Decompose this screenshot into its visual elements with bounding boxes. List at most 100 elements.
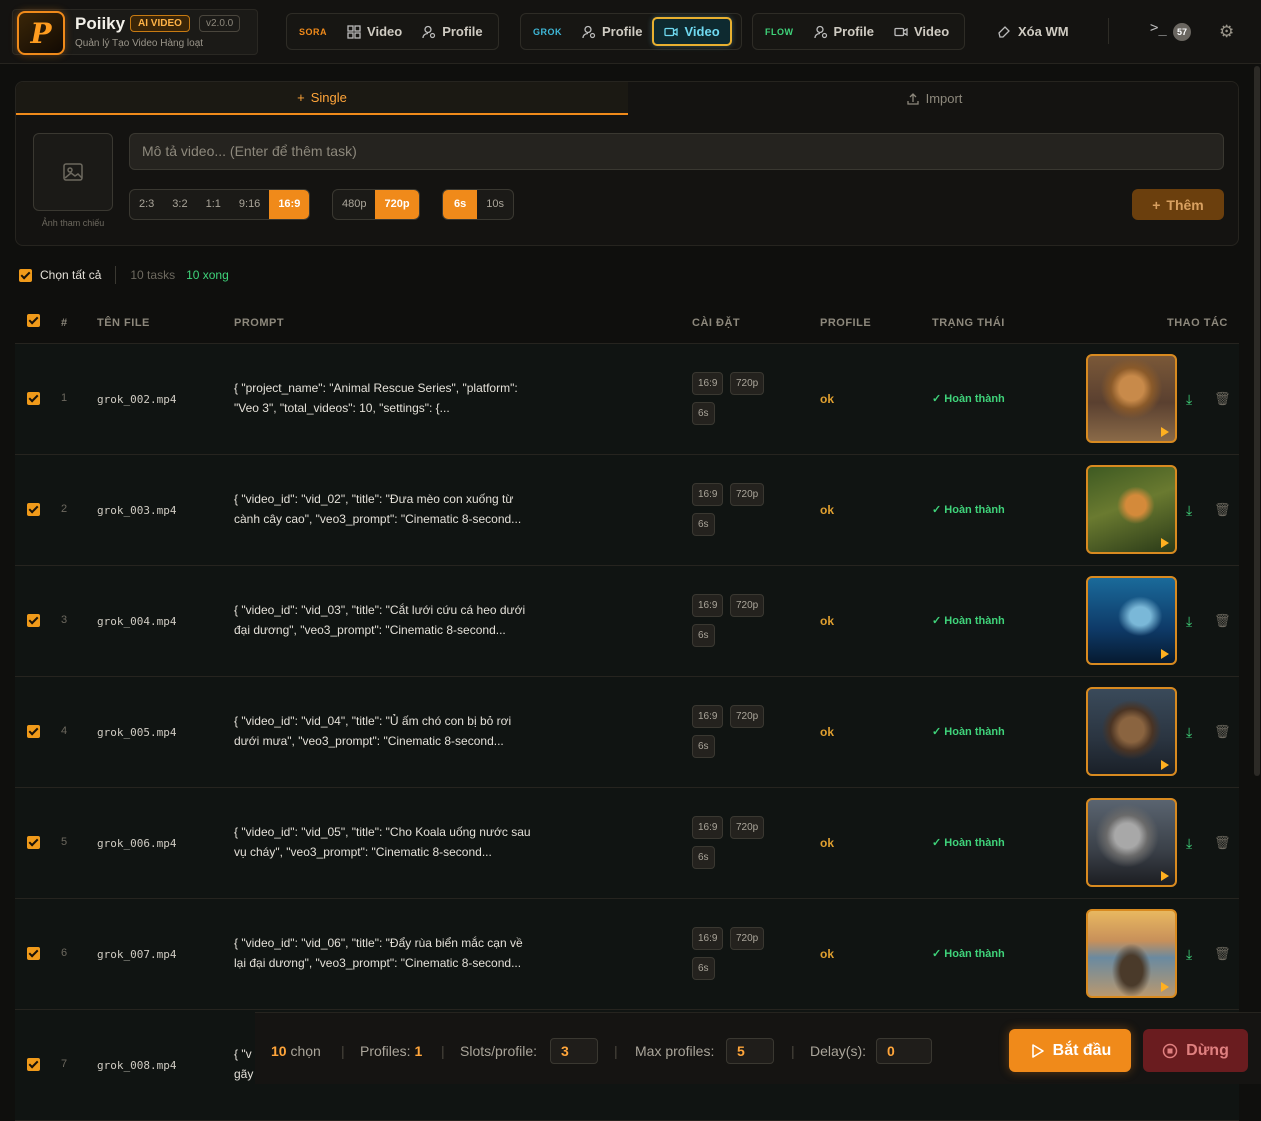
trash-icon[interactable]: 🗑: [1214, 835, 1231, 851]
duration-selector: 6s 10s: [442, 189, 514, 220]
row-checkbox[interactable]: [27, 392, 40, 405]
max-profiles-input[interactable]: 5: [726, 1038, 774, 1064]
trash-icon[interactable]: 🗑: [1214, 613, 1231, 629]
header-profile: PROFILE: [820, 317, 872, 329]
image-icon: [63, 163, 83, 181]
scrollbar[interactable]: [1254, 66, 1260, 776]
sora-profile-button[interactable]: Profile: [412, 17, 492, 46]
selected-count: 10: [271, 1043, 287, 1059]
status-label: Hoàn thành: [944, 837, 1005, 849]
header-select-checkbox[interactable]: [27, 314, 40, 327]
duration-option-selected[interactable]: 6s: [443, 190, 478, 219]
grok-nav-group: GROK Profile Video: [520, 13, 742, 50]
selection-bar: Chọn tất cả 10 tasks 10 xong: [19, 265, 229, 285]
row-checkbox[interactable]: [27, 947, 40, 960]
flow-video-button[interactable]: Video: [884, 17, 959, 46]
trash-icon[interactable]: 🗑: [1214, 724, 1231, 740]
terminal-icon[interactable]: >_: [1150, 20, 1167, 36]
resolution-option-selected[interactable]: 720p: [375, 190, 419, 219]
prompt-input[interactable]: Mô tả video... (Enter để thêm task): [129, 133, 1224, 170]
video-thumbnail[interactable]: [1086, 909, 1177, 998]
tab-import[interactable]: Import: [628, 82, 1238, 115]
ratio-option[interactable]: 2:3: [130, 190, 163, 219]
select-all-checkbox[interactable]: [19, 268, 32, 282]
delay-input[interactable]: 0: [876, 1038, 932, 1064]
duration-tag: 6s: [692, 624, 715, 647]
row-checkbox[interactable]: [27, 614, 40, 627]
download-icon[interactable]: ⤓: [1186, 835, 1192, 852]
row-checkbox[interactable]: [27, 503, 40, 516]
remove-watermark-label: Xóa WM: [1018, 23, 1069, 39]
add-task-label: Thêm: [1166, 196, 1204, 213]
play-icon: [1161, 538, 1169, 548]
divider: |: [614, 1043, 618, 1059]
sora-nav-group: SORA Video Profile: [286, 13, 499, 50]
video-thumbnail[interactable]: [1086, 798, 1177, 887]
status-badge: ✓ Hoàn thành: [932, 947, 1005, 960]
prompt-line: vụ cháy", "veo3_prompt": "Cinematic 8-se…: [234, 845, 492, 859]
download-icon[interactable]: ⤓: [1186, 502, 1192, 519]
header-file: TÊN FILE: [97, 317, 150, 329]
stop-label: Dừng: [1186, 1041, 1229, 1059]
file-name: grok_007.mp4: [97, 948, 177, 961]
table-row: 4 grok_005.mp4 { "video_id": "vid_04", "…: [15, 677, 1239, 788]
flow-profile-button[interactable]: Profile: [804, 17, 884, 46]
prompt-text: { "video_id": "vid_04", "title": "Ủ ấm c…: [234, 711, 564, 751]
slots-per-profile-input[interactable]: 3: [550, 1038, 598, 1064]
add-task-button[interactable]: + Thêm: [1132, 189, 1224, 220]
header-prompt: PROMPT: [234, 317, 285, 329]
download-icon[interactable]: ⤓: [1186, 613, 1192, 630]
trash-icon[interactable]: 🗑: [1214, 502, 1231, 518]
row-checkbox[interactable]: [27, 1058, 40, 1071]
grid-icon: [347, 24, 361, 39]
remove-watermark-button[interactable]: Xóa WM: [997, 16, 1069, 46]
done-count: 10 xong: [186, 268, 229, 282]
resolution-option[interactable]: 480p: [333, 190, 375, 219]
start-button[interactable]: Bắt đầu: [1009, 1029, 1131, 1072]
profile-value: ok: [820, 614, 835, 628]
reference-image-upload[interactable]: [33, 133, 113, 211]
stop-button[interactable]: Dừng: [1143, 1029, 1248, 1072]
video-thumbnail[interactable]: [1086, 687, 1177, 776]
grok-video-label: Video: [684, 24, 720, 39]
duration-tag: 6s: [692, 513, 715, 536]
user-gear-icon: [422, 25, 436, 38]
plus-icon: +: [297, 90, 305, 105]
ratio-option[interactable]: 9:16: [230, 190, 269, 219]
ratio-option[interactable]: 1:1: [197, 190, 230, 219]
download-icon[interactable]: ⤓: [1186, 946, 1192, 963]
video-thumbnail[interactable]: [1086, 354, 1177, 443]
download-icon[interactable]: ⤓: [1186, 391, 1192, 408]
row-checkbox[interactable]: [27, 725, 40, 738]
gear-icon[interactable]: ⚙: [1219, 22, 1234, 42]
start-label: Bắt đầu: [1052, 1041, 1112, 1059]
download-icon[interactable]: ⤓: [1186, 724, 1192, 741]
grok-video-button[interactable]: Video: [652, 17, 732, 46]
trash-icon[interactable]: 🗑: [1214, 946, 1231, 962]
plus-icon: +: [1152, 196, 1161, 213]
resolution-tag: 720p: [730, 927, 765, 950]
prompt-text: { "video_id": "vid_06", "title": "Đẩy rù…: [234, 933, 564, 973]
flow-video-label: Video: [913, 24, 950, 39]
select-all-label[interactable]: Chọn tất cả: [40, 268, 101, 282]
ratio-option-selected[interactable]: 16:9: [269, 190, 310, 219]
sora-profile-label: Profile: [442, 24, 483, 39]
row-checkbox[interactable]: [27, 836, 40, 849]
prompt-text: { "video_id": "vid_05", "title": "Cho Ko…: [234, 822, 564, 862]
tab-single[interactable]: + Single: [16, 82, 628, 115]
sora-video-button[interactable]: Video: [337, 17, 412, 46]
prompt-text: { "project_name": "Animal Rescue Series"…: [234, 378, 564, 418]
row-number: 4: [61, 725, 68, 737]
trash-icon[interactable]: 🗑: [1214, 391, 1231, 407]
header-status: TRẠNG THÁI: [932, 317, 1005, 329]
video-thumbnail[interactable]: [1086, 465, 1177, 554]
ratio-option[interactable]: 3:2: [163, 190, 196, 219]
duration-option[interactable]: 10s: [477, 190, 513, 219]
sora-tag: SORA: [299, 26, 328, 37]
divider: [1108, 18, 1109, 44]
video-thumbnail[interactable]: [1086, 576, 1177, 665]
play-icon: [1161, 871, 1169, 881]
divider: |: [791, 1043, 795, 1059]
divider: |: [441, 1043, 445, 1059]
grok-profile-button[interactable]: Profile: [572, 17, 652, 46]
